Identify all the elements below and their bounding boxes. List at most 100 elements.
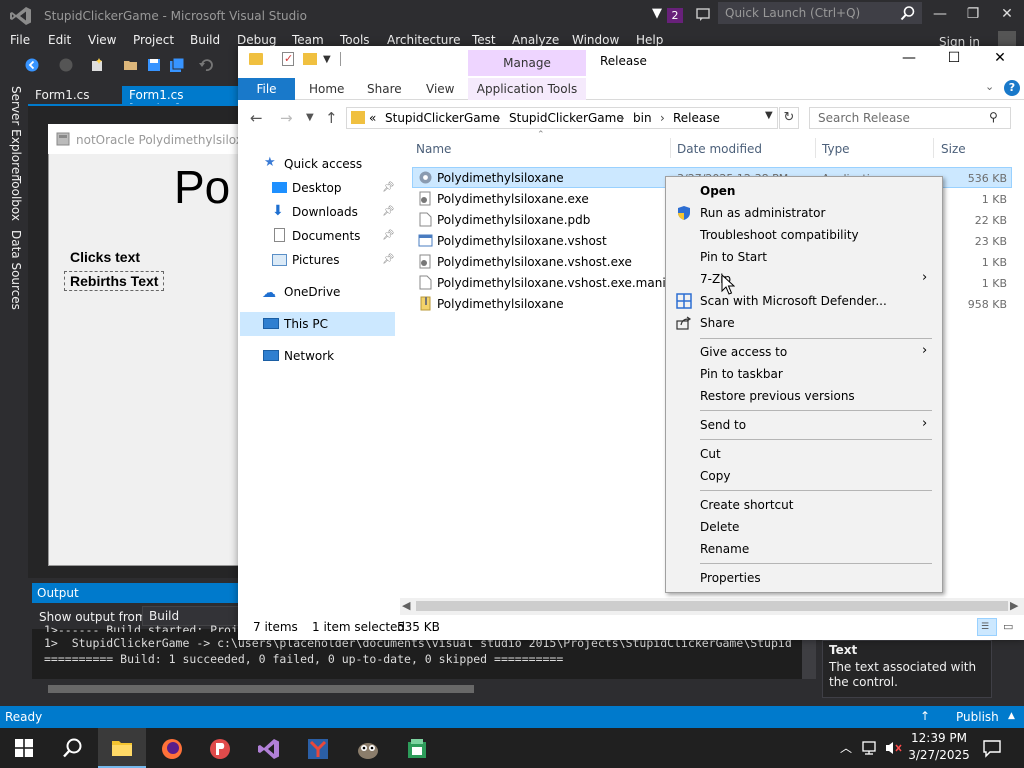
explorer-minimize-button[interactable]: —: [889, 50, 929, 72]
breadcrumb-item[interactable]: StupidClickerGame: [385, 111, 500, 125]
menu-architecture[interactable]: Architecture: [387, 33, 460, 47]
column-header-size[interactable]: Size: [941, 142, 966, 156]
menu-window[interactable]: Window: [572, 33, 619, 47]
nav-item-downloads[interactable]: Downloads: [292, 205, 358, 219]
windows-start-icon[interactable]: [15, 739, 33, 757]
chevron-right-icon[interactable]: ›: [922, 270, 927, 285]
new-folder-icon[interactable]: [303, 53, 317, 65]
menu-debug[interactable]: Debug: [237, 33, 276, 47]
menu-tools[interactable]: Tools: [340, 33, 370, 47]
breadcrumb-item[interactable]: Release: [673, 111, 720, 125]
customize-qat-icon[interactable]: ▼: [323, 54, 331, 65]
menu-project[interactable]: Project: [133, 33, 174, 47]
breadcrumb-item[interactable]: StupidClickerGame: [509, 111, 624, 125]
menu-item-defender-scan[interactable]: Scan with Microsoft Defender...: [700, 294, 887, 308]
output-panel-header[interactable]: Output: [32, 583, 240, 603]
menu-help[interactable]: Help: [636, 33, 663, 47]
nav-item-documents[interactable]: Documents: [292, 229, 360, 243]
tab-form1-design[interactable]: Form1.cs [Design]: [122, 86, 240, 116]
nav-item-onedrive[interactable]: OneDrive: [284, 285, 340, 299]
back-arrow-icon[interactable]: ←: [250, 109, 263, 127]
file-name[interactable]: Polydimethylsiloxane.vshost.exe: [437, 255, 632, 269]
volume-muted-icon[interactable]: [884, 740, 904, 756]
app-installer-icon[interactable]: [405, 737, 429, 761]
network-tray-icon[interactable]: [862, 740, 880, 756]
menu-analyze[interactable]: Analyze: [512, 33, 559, 47]
chevron-right-icon[interactable]: ›: [620, 111, 625, 125]
menu-build[interactable]: Build: [190, 33, 220, 47]
pin-icon[interactable]: 📌︎: [382, 206, 395, 217]
menu-item-cut[interactable]: Cut: [700, 447, 721, 461]
menu-item-pin-to-start[interactable]: Pin to Start: [700, 250, 767, 264]
search-icon[interactable]: ⚲: [989, 110, 998, 124]
menu-item-give-access[interactable]: Give access to: [700, 345, 787, 359]
menu-item-share[interactable]: Share: [700, 316, 735, 330]
search-icon[interactable]: [900, 5, 916, 21]
chevron-up-icon[interactable]: ︿: [840, 739, 852, 756]
column-divider[interactable]: [933, 138, 934, 158]
nav-item-quick-access[interactable]: Quick access: [284, 157, 362, 171]
menu-item-delete[interactable]: Delete: [700, 520, 739, 534]
nav-item-network[interactable]: Network: [284, 349, 334, 363]
recent-locations-icon[interactable]: ▼: [306, 112, 314, 123]
vs-close-button[interactable]: ✕: [997, 4, 1017, 24]
chevron-right-icon[interactable]: ›: [660, 111, 665, 125]
save-all-icon[interactable]: [169, 57, 185, 73]
save-icon[interactable]: [146, 57, 162, 73]
ribbon-tab-application-tools[interactable]: Application Tools: [468, 78, 586, 100]
server-explorer-tab[interactable]: Server Explorer: [9, 86, 23, 179]
vs-restore-button[interactable]: ❐: [963, 4, 983, 24]
up-arrow-icon[interactable]: ↑: [325, 109, 338, 127]
column-header-type[interactable]: Type: [822, 142, 850, 156]
file-name[interactable]: Polydimethylsiloxane: [437, 171, 564, 185]
menu-item-pin-to-taskbar[interactable]: Pin to taskbar: [700, 367, 783, 381]
ribbon-tab-view[interactable]: View: [426, 82, 454, 96]
manage-tab-group[interactable]: Manage: [468, 50, 586, 78]
clicks-label[interactable]: Clicks text: [70, 249, 140, 265]
back-navigate-icon[interactable]: [24, 57, 40, 73]
notifications-icon[interactable]: [982, 738, 1002, 758]
data-sources-tab[interactable]: Data Sources: [9, 230, 23, 310]
chevron-right-icon[interactable]: ›: [922, 343, 927, 358]
menu-item-rename[interactable]: Rename: [700, 542, 749, 556]
chevron-right-icon[interactable]: ›: [496, 111, 501, 125]
publish-arrow-icon[interactable]: ↑: [920, 709, 930, 723]
ribbon-tab-file[interactable]: File: [238, 78, 295, 100]
menu-test[interactable]: Test: [472, 33, 496, 47]
visual-studio-icon[interactable]: [257, 737, 281, 761]
forward-navigate-icon[interactable]: [58, 57, 74, 73]
vs-minimize-button[interactable]: —: [930, 4, 950, 24]
firefox-icon[interactable]: [160, 737, 184, 761]
menu-item-properties[interactable]: Properties: [700, 571, 761, 585]
file-name[interactable]: Polydimethylsiloxane.exe: [437, 192, 589, 206]
column-divider[interactable]: [815, 138, 816, 158]
expand-ribbon-icon[interactable]: ⌄: [985, 80, 994, 93]
file-list-scroll-thumb[interactable]: [416, 601, 1008, 611]
nav-item-desktop[interactable]: Desktop: [292, 181, 342, 195]
explorer-close-button[interactable]: ✕: [980, 50, 1020, 72]
pin-icon[interactable]: 📌︎: [382, 254, 395, 265]
feedback-icon[interactable]: [695, 6, 711, 22]
paint-app-icon[interactable]: [208, 737, 232, 761]
undo-icon[interactable]: [198, 57, 214, 73]
menu-view[interactable]: View: [88, 33, 116, 47]
refresh-icon[interactable]: ↻: [779, 107, 799, 129]
form-big-label[interactable]: Po: [174, 160, 230, 214]
menu-item-run-as-administrator[interactable]: Run as administrator: [700, 206, 825, 220]
search-release-input[interactable]: Search Release: [809, 107, 1011, 129]
chevron-right-icon[interactable]: ›: [922, 416, 927, 431]
pin-icon[interactable]: 📌︎: [382, 182, 395, 193]
gimp-icon[interactable]: [355, 737, 381, 761]
ribbon-tab-home[interactable]: Home: [309, 82, 344, 96]
file-name[interactable]: Polydimethylsiloxane: [437, 297, 564, 311]
search-icon[interactable]: [62, 737, 84, 759]
chevron-up-icon[interactable]: ▲: [1008, 711, 1015, 721]
file-name[interactable]: Polydimethylsiloxane.vshost.exe.manifest: [437, 276, 688, 290]
file-name[interactable]: Polydimethylsiloxane.pdb: [437, 213, 590, 227]
publish-button[interactable]: Publish: [956, 710, 999, 724]
notification-count-badge[interactable]: 2: [667, 8, 683, 23]
menu-team[interactable]: Team: [292, 33, 324, 47]
scroll-right-icon[interactable]: ▶: [1010, 599, 1018, 612]
tab-form1-cs[interactable]: Form1.cs: [28, 86, 118, 104]
address-dropdown-icon[interactable]: ▼: [765, 110, 773, 121]
